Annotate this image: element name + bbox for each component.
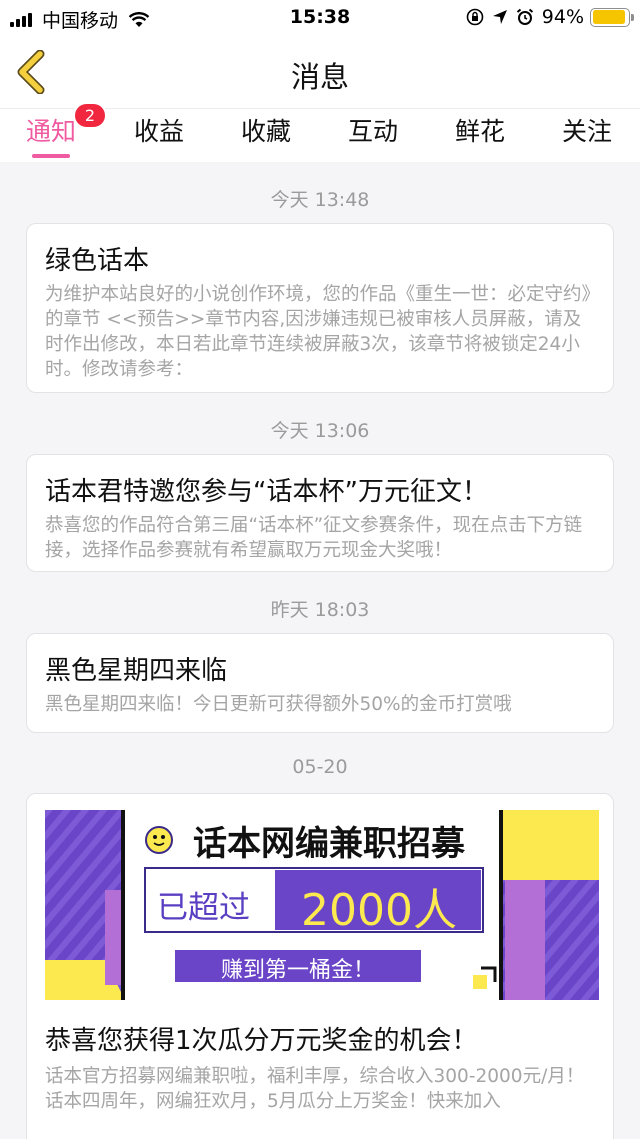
status-bar: 中国移动 15:38 94%: [0, 0, 640, 36]
status-right: 94%: [466, 6, 634, 28]
message-body: 恭喜您的作品符合第三届“话本杯”征文参赛条件，现在点击下方链接，选择作品参赛就有…: [45, 515, 583, 561]
page-title: 消息: [290, 60, 349, 94]
tab-label: 收益: [133, 117, 184, 146]
message-timestamp: 05-20: [292, 756, 348, 778]
status-left: 中国移动: [10, 6, 150, 33]
tab-interactions[interactable]: 互动: [323, 109, 423, 163]
message-card[interactable]: 绿色话本 为维护本站良好的小说创作环境，您的作品《重生一世：必定守约》的章节 <…: [26, 223, 614, 393]
back-button[interactable]: [12, 49, 56, 95]
message-body: 为维护本站良好的小说创作环境，您的作品《重生一世：必定守约》的章节 <<预告>>…: [45, 284, 591, 380]
message-title: 绿色话本: [45, 246, 150, 276]
battery-fill: [592, 10, 626, 24]
tab-label: 通知: [25, 117, 76, 146]
message-card[interactable]: 黑色星期四来临 黑色星期四来临！今日更新可获得额外50%的金币打赏哦: [26, 633, 614, 733]
message-title: 话本君特邀您参与“话本杯”万元征文！: [45, 477, 488, 507]
banner-headline: 话本网编兼职招募: [193, 824, 465, 864]
promo-banner[interactable]: 话本网编兼职招募 已超过 2000人 赚到第一桶金！: [45, 810, 599, 1000]
message-body: 黑色星期四来临！今日更新可获得额外50%的金币打赏哦: [45, 694, 512, 715]
tab-flowers[interactable]: 鲜花: [430, 109, 530, 163]
tab-notifications[interactable]: 通知 2: [1, 102, 107, 163]
battery-icon: [590, 7, 634, 27]
tab-favorites[interactable]: 收藏: [216, 109, 316, 163]
message-card[interactable]: 话本网编兼职招募 已超过 2000人 赚到第一桶金！ 恭喜您获得1次瓜分万元奖金…: [26, 793, 614, 1139]
battery-cap: [631, 13, 634, 21]
banner-slogan: 赚到第一桶金！: [220, 958, 375, 983]
orientation-lock-icon: [466, 8, 484, 26]
message-timestamp: 今天 13:06: [270, 420, 370, 442]
battery-percent: 94%: [541, 6, 584, 28]
nav-bar: 消息: [0, 36, 640, 108]
active-tab-indicator: [32, 154, 70, 158]
tab-bar: 通知 2 收益 收藏 互动 鲜花 关注: [0, 102, 640, 163]
message-title: 黑色星期四来临: [45, 656, 228, 686]
chevron-left-icon: [17, 49, 45, 95]
message-timestamp: 今天 13:48: [270, 189, 370, 211]
message-timestamp: 昨天 18:03: [270, 599, 370, 621]
wifi-icon: [128, 11, 150, 27]
message-body: 话本官方招募网编兼职啦，福利丰厚，综合收入300-2000元/月！ 话本四周年，…: [45, 1066, 585, 1112]
tab-following[interactable]: 关注: [537, 109, 637, 163]
location-arrow-icon: [492, 10, 507, 24]
message-title: 恭喜您获得1次瓜分万元奖金的机会！: [45, 1026, 478, 1056]
alarm-clock-icon: [516, 8, 533, 25]
unread-badge: 2: [73, 102, 107, 129]
tab-label: 关注: [561, 117, 612, 146]
banner-over-label: 已超过: [157, 890, 250, 926]
signal-icon: [10, 12, 34, 27]
message-card[interactable]: 话本君特邀您参与“话本杯”万元征文！ 恭喜您的作品符合第三届“话本杯”征文参赛条…: [26, 454, 614, 572]
tab-label: 收藏: [240, 117, 291, 146]
carrier-label: 中国移动: [42, 10, 119, 32]
tab-label: 鲜花: [454, 117, 505, 146]
tab-label: 互动: [347, 117, 398, 146]
tab-earnings[interactable]: 收益: [109, 109, 209, 163]
banner-count: 2000人: [301, 885, 457, 936]
